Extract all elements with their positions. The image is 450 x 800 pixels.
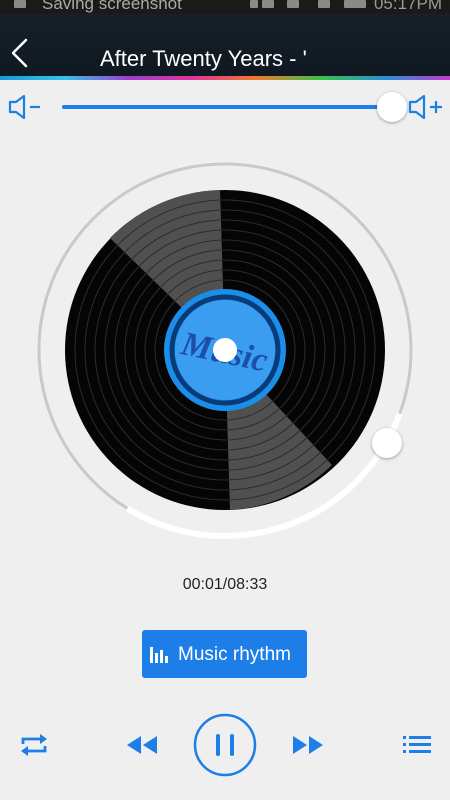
fast-forward-button[interactable] [290, 730, 326, 760]
fast-forward-icon [293, 736, 323, 754]
music-rhythm-button[interactable]: Music rhythm [142, 630, 307, 678]
back-button[interactable] [6, 36, 36, 70]
header-bar: After Twenty Years - ' [0, 14, 450, 80]
seek-thumb[interactable] [372, 428, 402, 458]
status-notification: Saving screenshot [42, 0, 182, 13]
progress-ring[interactable]: Music [30, 160, 420, 550]
volume-up-button[interactable] [408, 94, 444, 120]
volume-up-icon [408, 94, 442, 120]
equalizer-icon [150, 647, 168, 663]
rewind-icon [127, 736, 157, 754]
music-rhythm-label: Music rhythm [178, 644, 291, 665]
signal-icon [318, 0, 330, 8]
playlist-icon [403, 736, 431, 753]
header-accent-strip [0, 76, 450, 80]
back-arrow-icon [11, 38, 28, 68]
repeat-button[interactable] [18, 730, 50, 760]
vinyl-disc-area: Music [30, 160, 420, 550]
notification-icon [14, 0, 26, 8]
volume-slider-thumb[interactable] [377, 92, 407, 122]
volume-down-icon [8, 94, 40, 120]
song-title: After Twenty Years - ' [100, 46, 307, 71]
volume-down-button[interactable] [8, 94, 44, 120]
status-time: 05:17PM [373, 0, 442, 13]
pause-button[interactable] [193, 713, 257, 777]
time-display: 00:01/08:33 [182, 576, 268, 593]
volume-slider[interactable] [62, 92, 407, 122]
volume-fill [62, 105, 392, 109]
rewind-button[interactable] [124, 730, 160, 760]
wifi-icon [262, 0, 274, 8]
signal-blocked-icon [287, 0, 299, 8]
bluetooth-icon [250, 0, 258, 8]
pause-icon [193, 713, 257, 777]
vinyl-record: Music [65, 190, 385, 510]
repeat-icon [21, 734, 47, 756]
playlist-button[interactable] [402, 733, 432, 757]
battery-icon [344, 0, 366, 8]
status-bar: Saving screenshot 05:17PM [0, 0, 450, 14]
